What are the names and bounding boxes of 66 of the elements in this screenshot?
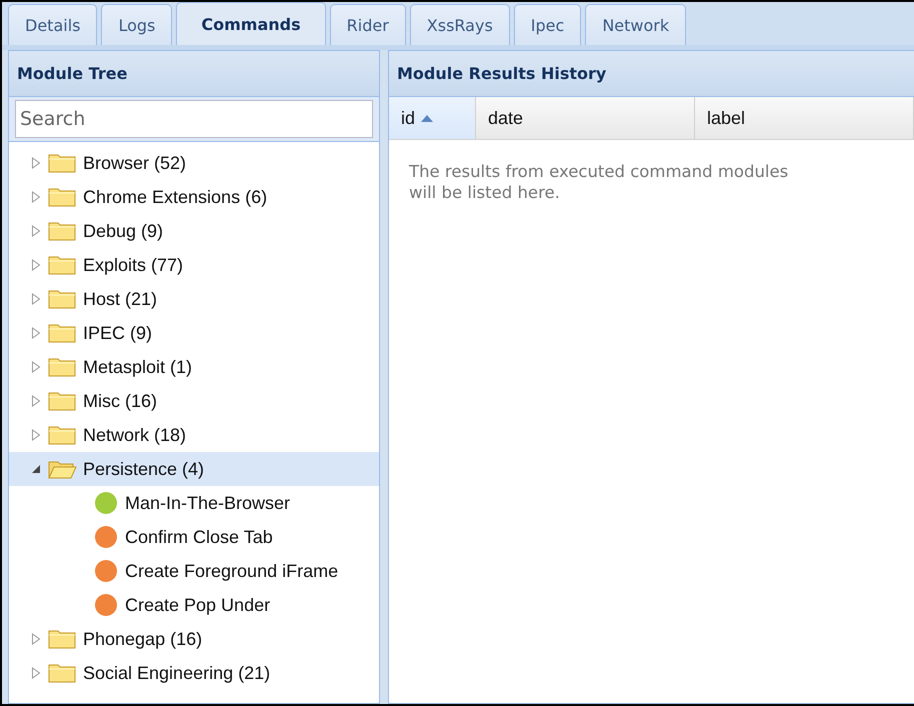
folder-label: Persistence (4)	[83, 458, 204, 480]
folder-icon	[47, 356, 77, 378]
folder-label: Browser (52)	[83, 152, 186, 174]
folder-icon	[47, 390, 77, 412]
collapsed-triangle-icon[interactable]	[31, 429, 41, 441]
tree-item[interactable]: Persistence (4)	[9, 452, 379, 486]
module-label[interactable]: Create Pop Under	[125, 594, 270, 616]
folder-icon	[47, 254, 77, 276]
folder-label: Network (18)	[83, 424, 186, 446]
folder-label: Misc (16)	[83, 390, 158, 412]
tree-item[interactable]: Social Engineering (21)	[9, 656, 379, 690]
tab[interactable]: XssRays	[410, 4, 510, 45]
module-label[interactable]: Confirm Close Tab	[125, 526, 273, 548]
collapsed-triangle-icon[interactable]	[31, 157, 41, 169]
tree-item[interactable]: Exploits (77)	[9, 248, 379, 282]
folder-icon	[47, 322, 77, 344]
tree-item[interactable]: Browser (52)	[9, 146, 379, 180]
column-header[interactable]: id	[389, 97, 476, 139]
collapsed-triangle-icon[interactable]	[31, 327, 41, 339]
column-header[interactable]: label	[695, 97, 914, 139]
tree-item[interactable]: Phonegap (16)	[9, 622, 379, 656]
collapsed-triangle-icon[interactable]	[31, 667, 41, 679]
tree-item[interactable]: Misc (16)	[9, 384, 379, 418]
collapsed-triangle-icon[interactable]	[31, 259, 41, 271]
folder-icon	[47, 288, 77, 310]
folder-icon	[47, 628, 77, 650]
empty-message: The results from executed command modules will be listed here.	[408, 161, 790, 204]
folder-icon	[47, 662, 77, 684]
tab[interactable]: Ipec	[514, 4, 582, 45]
folder-label: Host (21)	[83, 288, 158, 310]
folder-icon	[47, 186, 77, 208]
folder-icon	[47, 152, 77, 174]
collapsed-triangle-icon[interactable]	[31, 361, 41, 373]
folder-icon	[47, 424, 77, 446]
collapsed-triangle-icon[interactable]	[31, 633, 41, 645]
tab[interactable]: Rider	[330, 4, 406, 45]
folder-label: IPEC (9)	[83, 322, 152, 344]
tree-item[interactable]: Chrome Extensions (6)	[9, 180, 379, 214]
tab[interactable]: Details	[8, 4, 98, 45]
tree-item[interactable]: Metasploit (1)	[9, 350, 379, 384]
panel-title: Module Results History	[389, 51, 914, 97]
column-header[interactable]: date	[476, 97, 695, 139]
tree-item[interactable]: Network (18)	[9, 418, 379, 452]
tab[interactable]: Commands	[176, 2, 326, 45]
folder-label: Social Engineering (21)	[83, 662, 270, 684]
panel-title: Module Tree	[9, 51, 379, 97]
folder-label: Debug (9)	[83, 220, 164, 242]
collapsed-triangle-icon[interactable]	[31, 191, 41, 203]
collapsed-triangle-icon[interactable]	[31, 293, 41, 305]
module-label[interactable]: Create Foreground iFrame	[125, 560, 338, 582]
sort-ascending-icon	[421, 114, 434, 122]
collapsed-triangle-icon[interactable]	[31, 225, 41, 237]
expanded-triangle-icon[interactable]	[31, 463, 41, 475]
folder-label: Chrome Extensions (6)	[83, 186, 268, 208]
folder-label: Metasploit (1)	[83, 356, 192, 378]
collapsed-triangle-icon[interactable]	[31, 395, 41, 407]
folder-label: Phonegap (16)	[83, 628, 202, 650]
folder-icon	[47, 220, 77, 242]
search-field[interactable]: Search	[15, 100, 373, 138]
tree-item[interactable]: IPEC (9)	[9, 316, 379, 350]
tab[interactable]: Logs	[101, 4, 172, 45]
tree-item[interactable]: Host (21)	[9, 282, 379, 316]
tree-item[interactable]: Debug (9)	[9, 214, 379, 248]
folder-label: Exploits (77)	[83, 254, 184, 276]
tab[interactable]: Network	[585, 4, 686, 45]
module-label[interactable]: Man-In-The-Browser	[125, 492, 290, 514]
